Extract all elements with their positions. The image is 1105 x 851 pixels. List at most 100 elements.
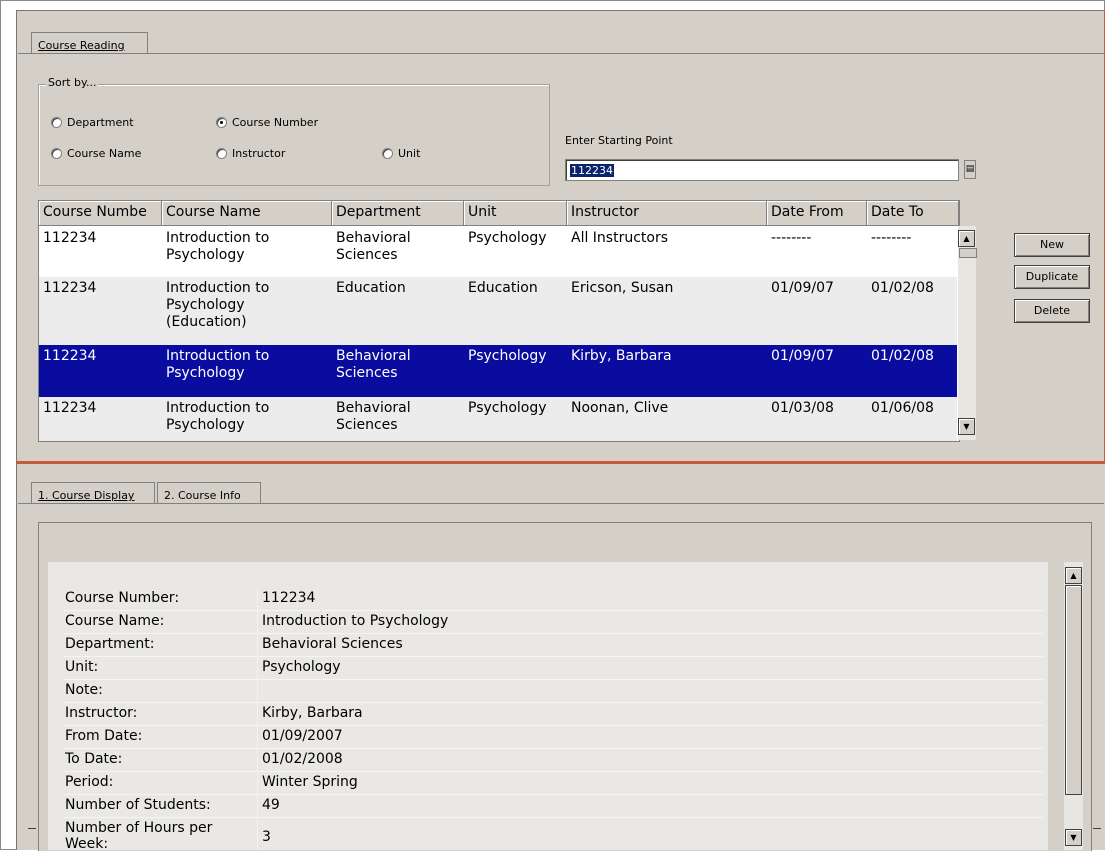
- duplicate-button[interactable]: Duplicate: [1014, 265, 1090, 289]
- info-row-students: Number of Students: 49: [64, 794, 1044, 818]
- divider-tick: [28, 828, 36, 829]
- col-date-from[interactable]: Date From: [767, 201, 867, 226]
- info-row-from-date: From Date: 01/09/2007: [64, 725, 1044, 749]
- new-button[interactable]: New: [1014, 233, 1090, 257]
- info-key: Period:: [65, 774, 114, 790]
- tab-course-reading[interactable]: Course Reading: [31, 32, 148, 53]
- course-info-list: Course Number: 112234 Course Name: Introdu…: [48, 562, 1048, 850]
- cell-department: Education: [336, 280, 406, 296]
- radio-department[interactable]: Department: [51, 116, 134, 129]
- info-value: 3: [262, 829, 271, 845]
- cell-date-to: 01/02/08: [871, 280, 934, 296]
- info-row-instructor: Instructor: Kirby, Barbara: [64, 702, 1044, 726]
- radio-course-name[interactable]: Course Name: [51, 147, 141, 160]
- sort-by-title: Sort by...: [46, 76, 99, 89]
- radio-unit[interactable]: Unit: [382, 147, 420, 160]
- info-row-note: Note:: [64, 679, 1044, 703]
- cell-name: Introduction to Psychology: [166, 348, 270, 381]
- cell-number: 112234: [43, 400, 97, 416]
- scroll-up-icon[interactable]: ▲: [958, 230, 975, 247]
- radio-unit-dot[interactable]: [382, 148, 393, 159]
- course-grid: Course Numbe Course Name Department Unit…: [38, 200, 960, 442]
- info-key: Course Name:: [65, 613, 165, 629]
- info-value: Introduction to Psychology: [262, 613, 449, 629]
- cell-instructor: Ericson, Susan: [571, 280, 674, 296]
- radio-course-name-dot[interactable]: [51, 148, 62, 159]
- scroll-down-icon[interactable]: ▼: [958, 418, 975, 435]
- table-row[interactable]: 112234 Introduction to Psychology (Educa…: [39, 277, 957, 345]
- sort-by-group: [38, 84, 550, 186]
- table-row[interactable]: 112234 Introduction to Psychology Behavi…: [39, 397, 957, 441]
- table-row-selected[interactable]: 112234 Introduction to Psychology Behavi…: [39, 345, 957, 397]
- cell-department: Behavioral Sciences: [336, 348, 411, 381]
- info-key: Number of Hours per Week:: [65, 820, 213, 850]
- grid-scroll-thumb[interactable]: [959, 248, 977, 258]
- divider-tick: [1093, 828, 1101, 829]
- cell-number: 112234: [43, 348, 97, 364]
- info-key: Department:: [65, 636, 155, 652]
- info-value: Psychology: [262, 659, 341, 675]
- cell-date-from: 01/09/07: [771, 280, 834, 296]
- col-instructor[interactable]: Instructor: [567, 201, 767, 226]
- cell-department: Behavioral Sciences: [336, 230, 411, 263]
- starting-point-value: 112234: [570, 164, 614, 177]
- info-value: 49: [262, 797, 280, 813]
- tab-divider: [18, 53, 1104, 54]
- info-row-unit: Unit: Psychology: [64, 656, 1044, 680]
- col-date-to[interactable]: Date To: [867, 201, 959, 226]
- cell-unit: Psychology: [468, 230, 547, 246]
- radio-course-name-label: Course Name: [67, 147, 142, 160]
- info-value: 01/09/2007: [262, 728, 343, 744]
- tab-divider: [18, 503, 1104, 504]
- cell-name: Introduction to Psychology: [166, 230, 270, 263]
- info-value: Kirby, Barbara: [262, 705, 363, 721]
- tab-course-info[interactable]: 2. Course Info: [157, 482, 261, 503]
- info-row-period: Period: Winter Spring: [64, 771, 1044, 795]
- col-unit[interactable]: Unit: [464, 201, 567, 226]
- info-value: 112234: [262, 590, 316, 606]
- info-value: 01/02/2008: [262, 751, 343, 767]
- col-department[interactable]: Department: [332, 201, 464, 226]
- info-scroll-down-icon[interactable]: ▼: [1065, 829, 1082, 846]
- info-key: Unit:: [65, 659, 99, 675]
- info-row-course-number: Course Number: 112234: [64, 587, 1044, 611]
- radio-course-number-dot[interactable]: [216, 117, 227, 128]
- info-key: Note:: [65, 682, 103, 698]
- radio-instructor-dot[interactable]: [216, 148, 227, 159]
- grid-scrollbar[interactable]: [958, 226, 976, 440]
- cell-date-to: 01/02/08: [871, 348, 934, 364]
- radio-instructor[interactable]: Instructor: [216, 147, 285, 160]
- info-value: Behavioral Sciences: [262, 636, 403, 652]
- cell-department: Behavioral Sciences: [336, 400, 411, 433]
- delete-button[interactable]: Delete: [1014, 299, 1090, 323]
- info-scroll-up-icon[interactable]: ▲: [1065, 567, 1082, 584]
- table-row[interactable]: 112234 Introduction to Psychology Behavi…: [39, 227, 957, 277]
- cell-instructor: Kirby, Barbara: [571, 348, 672, 364]
- col-course-number[interactable]: Course Numbe: [39, 201, 162, 226]
- cell-unit: Psychology: [468, 348, 547, 364]
- tab-course-display[interactable]: 1. Course Display: [31, 482, 155, 503]
- info-scroll-thumb[interactable]: [1065, 585, 1082, 795]
- col-course-name[interactable]: Course Name: [162, 201, 332, 226]
- cell-date-from: --------: [771, 230, 812, 246]
- starting-point-input[interactable]: 112234: [565, 159, 959, 181]
- radio-department-dot[interactable]: [51, 117, 62, 128]
- radio-department-label: Department: [67, 116, 134, 129]
- info-value: Winter Spring: [262, 774, 358, 790]
- lookup-spin-icon[interactable]: ▤: [964, 160, 976, 179]
- radio-course-number-label: Course Number: [232, 116, 319, 129]
- cell-instructor: All Instructors: [571, 230, 669, 246]
- cell-number: 112234: [43, 280, 97, 296]
- radio-course-number[interactable]: Course Number: [216, 116, 318, 129]
- cell-date-from: 01/09/07: [771, 348, 834, 364]
- radio-unit-label: Unit: [398, 147, 421, 160]
- cell-number: 112234: [43, 230, 97, 246]
- info-row-to-date: To Date: 01/02/2008: [64, 748, 1044, 772]
- cell-name: Introduction to Psychology (Education): [166, 280, 270, 330]
- info-row-department: Department: Behavioral Sciences: [64, 633, 1044, 657]
- cell-date-to: --------: [871, 230, 912, 246]
- info-key: Course Number:: [65, 590, 180, 606]
- info-key: Instructor:: [65, 705, 138, 721]
- grid-header: Course Numbe Course Name Department Unit…: [39, 201, 959, 226]
- starting-point-label: Enter Starting Point: [565, 134, 673, 147]
